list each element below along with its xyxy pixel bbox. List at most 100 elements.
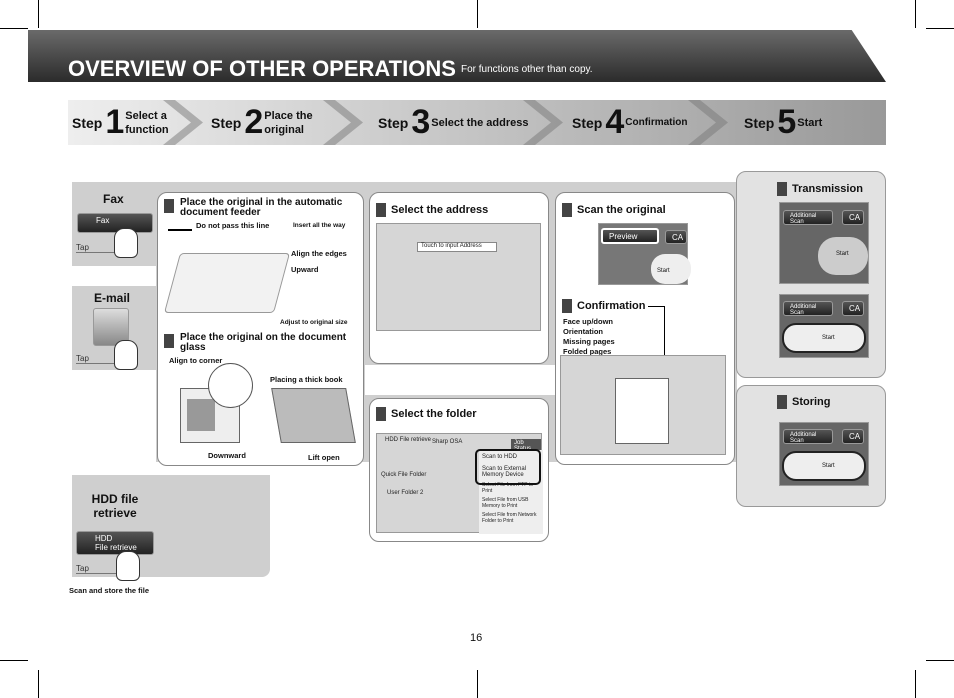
crop-mark [0, 28, 28, 29]
upward-label: Upward [291, 265, 319, 274]
start-button[interactable]: Start [782, 323, 866, 353]
do-not-pass-label: Do not pass this line [196, 221, 270, 230]
confirmation-title: Confirmation [562, 299, 645, 313]
tap-label: Tap [76, 354, 116, 364]
address-input[interactable]: Touch to input Address [417, 242, 497, 252]
downward-label: Downward [208, 451, 246, 460]
fax-button-label: Fax [96, 216, 110, 225]
preview-screen [560, 355, 726, 455]
ca-button[interactable]: CA [842, 210, 864, 225]
confirmation-list: Face up/down Orientation Missing pages Fold… [563, 317, 615, 356]
tab-sharp-osa[interactable]: Sharp OSA [432, 439, 462, 445]
step-word: Step [572, 114, 603, 131]
steps-bar: Step 1 Select a function Step 2 Place the or… [68, 100, 886, 145]
hdd-panel-bg [72, 475, 270, 577]
address-title: Select the address [376, 203, 488, 217]
transmission-panel: Transmission Additional Scan CA Start Ad… [736, 171, 886, 378]
step-4: Step 4 Confirmation [572, 100, 687, 145]
storing-panel: Storing Additional Scan CA Start [736, 385, 886, 507]
hdd-file-retrieve-button[interactable]: HDD File retrieve [76, 531, 154, 555]
menu-item[interactable]: Select File from Network Folder to Print [479, 509, 543, 524]
adjust-label: Adjust to original size [280, 319, 348, 326]
crop-mark [38, 670, 39, 698]
transmission-screen: Additional Scan CA Start [779, 202, 869, 284]
step-label: Select a function [125, 109, 169, 136]
folder-screen: HDD File retrieve Sharp OSA Job Status Q… [376, 433, 543, 534]
step-number: 5 [777, 103, 796, 141]
feeder-illustration [163, 253, 291, 313]
address-card: Select the address Touch to input Addres… [369, 192, 549, 364]
menu-item[interactable]: Select File from USB Memory to Print [479, 494, 543, 509]
lift-open-label: Lift open [308, 453, 340, 462]
hand-icon [116, 551, 140, 581]
crop-mark [915, 0, 916, 28]
start-button[interactable]: Start [782, 451, 866, 481]
hdd-button-line1: HDD [95, 534, 113, 543]
step-label: Place the original [264, 109, 313, 136]
step-number: 4 [605, 103, 624, 141]
crop-mark [38, 0, 39, 28]
ca-button[interactable]: CA [842, 301, 864, 316]
additional-scan-button[interactable]: Additional Scan [783, 429, 833, 444]
step-label: Confirmation [625, 116, 688, 128]
crop-mark [0, 660, 28, 661]
page-number: 16 [470, 632, 483, 644]
step-label: Select the address [431, 116, 529, 129]
crop-mark [926, 660, 954, 661]
book-illustration [271, 388, 356, 443]
email-title: E-mail [94, 291, 131, 305]
tap-label: Tap [76, 243, 116, 253]
hand-icon [114, 340, 138, 370]
highlight-frame [475, 449, 541, 485]
thick-book-label: Placing a thick book [270, 375, 343, 384]
transmission-title: Transmission [777, 182, 863, 196]
storing-title: Storing [777, 395, 831, 409]
insert-label: Insert all the way [293, 222, 346, 229]
place-original-card: Place the original in the automatic docu… [157, 192, 364, 466]
tab-hdd-file-retrieve[interactable]: HDD File retrieve [385, 437, 431, 443]
preview-button[interactable]: Preview [601, 228, 659, 244]
tap-label: Tap [76, 564, 116, 574]
step-number: 3 [411, 103, 430, 141]
align-edges-label: Align the edges [291, 249, 347, 258]
transmission-screen-2: Additional Scan CA Start [779, 294, 869, 358]
hdd-title: HDD file retrieve [91, 492, 139, 520]
adf-title: Place the original in the automatic docu… [164, 198, 360, 218]
registration-mark [477, 670, 478, 698]
step-number: 2 [244, 103, 263, 141]
list-item[interactable]: User Folder 2 [387, 490, 423, 496]
glass-title: Place the original on the document glass [164, 333, 360, 353]
step-word: Step [744, 114, 775, 131]
folder-title: Select the folder [376, 407, 477, 421]
step-word: Step [211, 114, 242, 131]
start-button[interactable]: Start [818, 237, 868, 275]
hdd-caption: Scan and store the file [69, 586, 150, 595]
storing-screen: Additional Scan CA Start [779, 422, 869, 486]
step-word: Step [378, 114, 409, 131]
list-item[interactable]: Quick File Folder [381, 472, 426, 478]
hand-icon [114, 228, 138, 258]
scan-screen: Preview CA Start [598, 223, 691, 285]
line-marker [168, 229, 192, 231]
page-subtitle: For functions other than copy. [461, 64, 593, 75]
fax-title: Fax [103, 192, 124, 206]
step-3: Step 3 Select the address [378, 100, 528, 145]
preview-page [615, 378, 669, 444]
registration-mark [477, 0, 478, 28]
additional-scan-button[interactable]: Additional Scan [783, 210, 833, 225]
scan-card: Scan the original Preview CA Start Confi… [555, 192, 735, 465]
folder-card: Select the folder HDD File retrieve Shar… [369, 398, 549, 542]
ca-button[interactable]: CA [842, 429, 864, 444]
step-2: Step 2 Place the original [211, 100, 319, 145]
page-title: OVERVIEW OF OTHER OPERATIONS [68, 56, 456, 81]
step-label: Start [797, 116, 823, 129]
scan-title: Scan the original [562, 203, 666, 217]
start-button[interactable]: Start [651, 254, 691, 284]
crop-mark [915, 670, 916, 698]
additional-scan-button[interactable]: Additional Scan [783, 301, 833, 316]
ca-button[interactable]: CA [665, 230, 687, 244]
step-1: Step 1 Select a function [72, 100, 175, 145]
crop-mark [926, 28, 954, 29]
step-5: Step 5 Start [744, 100, 822, 145]
fax-button[interactable]: Fax [77, 213, 153, 233]
